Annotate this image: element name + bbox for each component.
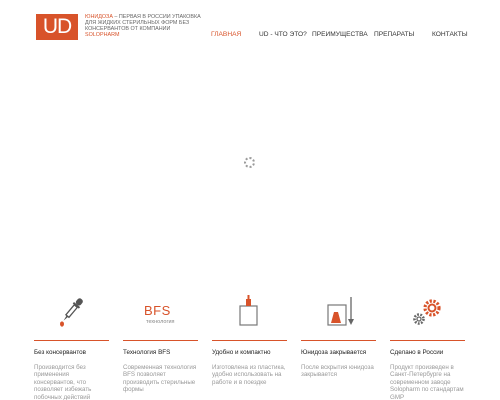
nav-item-home[interactable]: ГЛАВНАЯ — [211, 31, 241, 39]
feature-title: Технология BFS — [123, 349, 171, 356]
loading-spinner-icon — [244, 157, 255, 168]
container-icon — [212, 292, 287, 332]
feature-title: Юнидоза закрывается — [301, 349, 367, 356]
nav-item-what-is-ud[interactable]: UD - ЧТО ЭТО? — [259, 31, 307, 39]
feature-desc: После вскрытия юнидоза закрывается — [301, 364, 374, 379]
feature-divider — [212, 340, 287, 341]
nav-item-products[interactable]: ПРЕПАРАТЫ — [374, 31, 414, 39]
feature-desc: Изготовлена из пластика, удобно использо… — [212, 364, 286, 386]
tagline-accent: Юнидоза — [85, 14, 113, 20]
main-nav: ГЛАВНАЯ UD - ЧТО ЭТО? ПРЕИМУЩЕСТВА ПРЕПА… — [0, 31, 500, 41]
feature-divider — [390, 340, 465, 341]
feature-divider — [34, 340, 109, 341]
closing-icon — [301, 292, 376, 332]
features-section: Без консервантов Производится без примен… — [34, 292, 465, 400]
bfs-icon-subtext: технология — [146, 319, 175, 325]
nav-item-contacts[interactable]: КОНТАКТЫ — [432, 31, 468, 39]
feature-divider — [123, 340, 198, 341]
nav-item-advantages[interactable]: ПРЕИМУЩЕСТВА — [312, 31, 368, 39]
feature-title: Без консервантов — [34, 349, 87, 356]
feature-desc: Производится без применения консервантов… — [34, 364, 92, 400]
feature-title: Удобно и компактно — [212, 349, 271, 356]
feature-desc: Современная технология BFS позволяет про… — [123, 364, 197, 394]
feature-title: Сделано в России — [390, 349, 444, 356]
gears-icon — [390, 292, 465, 332]
bfs-icon-text: BFS — [144, 303, 171, 318]
feature-divider — [301, 340, 376, 341]
feature-desc: Продукт произведен в Санкт-Петербурге на… — [390, 364, 464, 400]
dropper-icon — [34, 292, 109, 332]
bfs-icon: BFS технология — [123, 292, 198, 332]
